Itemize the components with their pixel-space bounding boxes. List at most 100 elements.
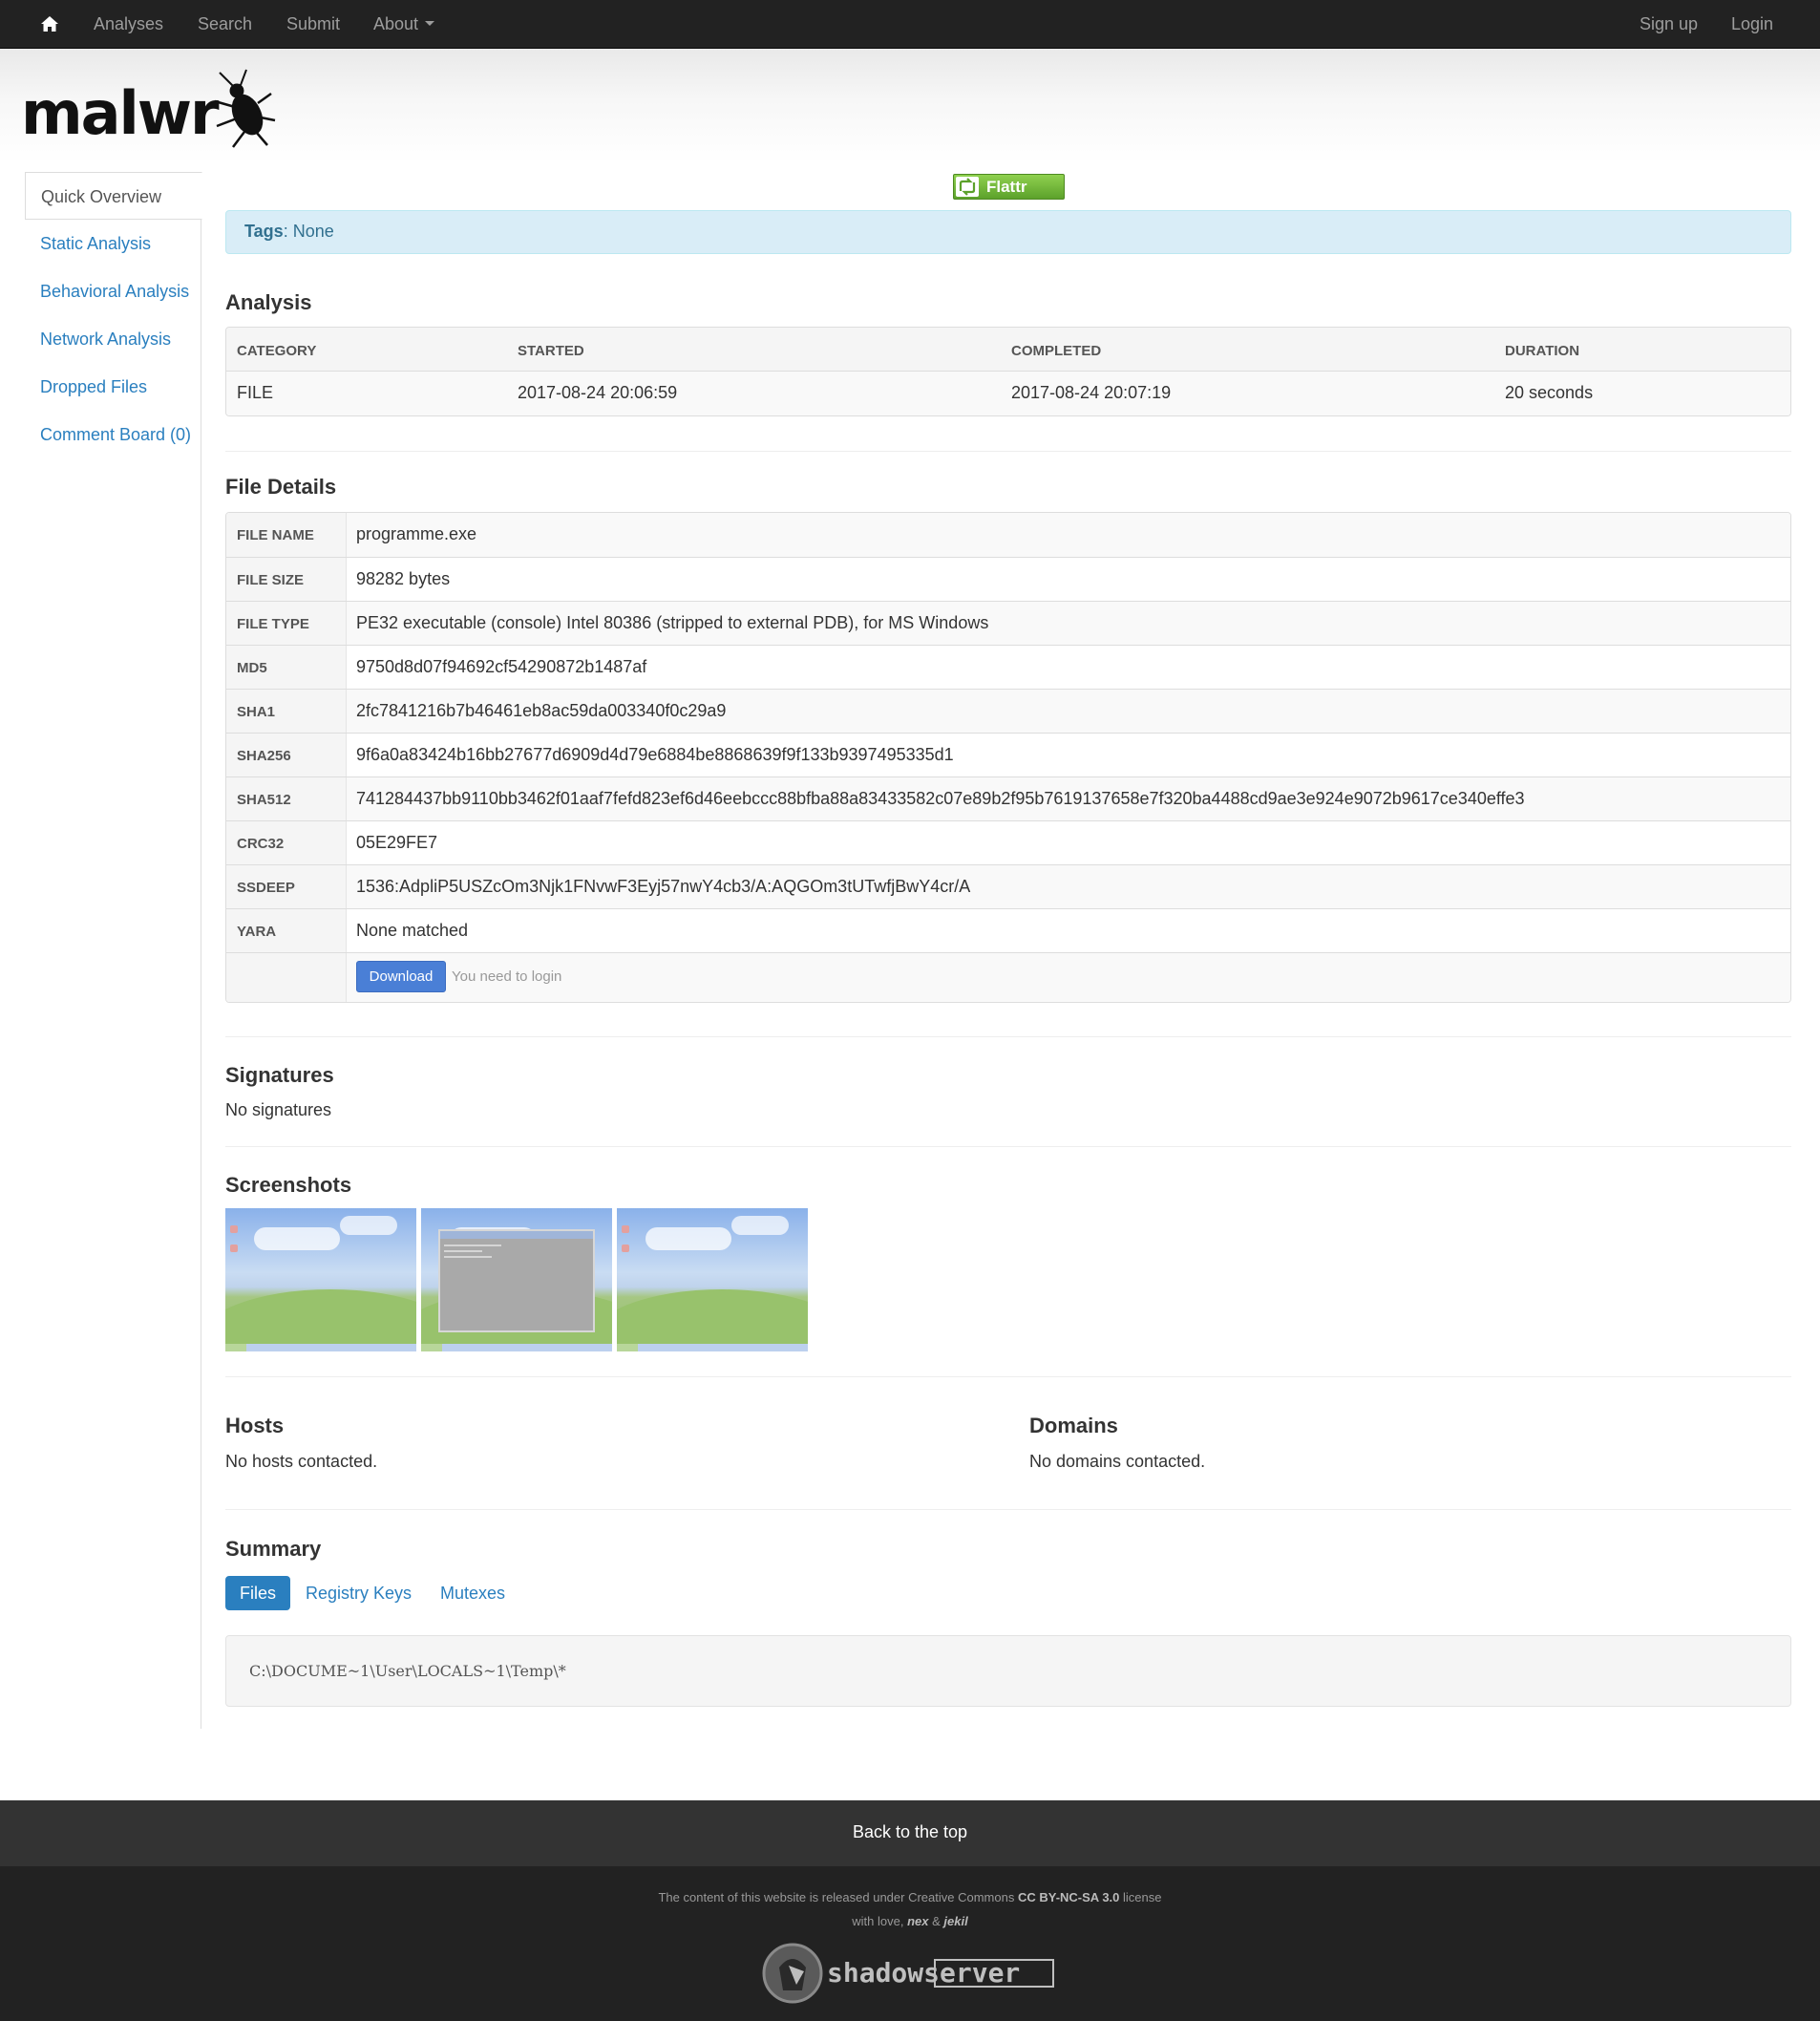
- license-suffix: license: [1123, 1890, 1162, 1904]
- download-button[interactable]: Download: [356, 961, 446, 992]
- author-nex[interactable]: nex: [907, 1914, 928, 1928]
- nav-about-label: About: [373, 14, 419, 33]
- thumb-taskbar: [225, 1344, 416, 1351]
- table-row: SHA1 2fc7841216b7b46461eb8ac59da003340f0…: [226, 689, 1790, 733]
- file-details-title: File Details: [225, 475, 337, 499]
- author-jekil[interactable]: jekil: [943, 1914, 967, 1928]
- download-row: Download You need to login: [226, 952, 1790, 1002]
- thumb-window-text: [444, 1256, 492, 1258]
- detail-key: SHA1: [226, 690, 347, 733]
- detail-key: MD5: [226, 646, 347, 689]
- sidebar-item-behavioral-analysis[interactable]: Behavioral Analysis: [25, 267, 202, 315]
- logo-text: malwr: [21, 78, 220, 148]
- home-icon[interactable]: [40, 14, 59, 33]
- main-content: Flattr Tags: None Analysis CATEGORY STAR…: [225, 162, 1791, 1738]
- nav-login[interactable]: Login: [1731, 14, 1773, 34]
- cell-category: FILE: [237, 383, 274, 402]
- tags-colon: :: [283, 222, 293, 241]
- malwr-logo[interactable]: malwr: [21, 65, 279, 151]
- table-row: FILE 2017-08-24 20:06:59 2017-08-24 20:0…: [226, 372, 1790, 415]
- table-row: YARA None matched: [226, 908, 1790, 952]
- divider: [225, 1036, 1791, 1037]
- cell-completed: 2017-08-24 20:07:19: [1011, 383, 1172, 402]
- thumb-start-button: [617, 1344, 638, 1351]
- desktop-icon: [622, 1225, 629, 1233]
- thumb-hill: [225, 1289, 416, 1351]
- detail-value: 741284437bb9110bb3462f01aaf7fefd823ef6d4…: [356, 789, 1525, 808]
- desktop-icon: [622, 1245, 629, 1252]
- tags-label: Tags: [244, 222, 284, 241]
- detail-key: SSDEEP: [226, 865, 347, 908]
- back-to-top-link[interactable]: Back to the top: [0, 1822, 1820, 1842]
- detail-key-empty: [226, 953, 347, 1002]
- table-row: SHA512 741284437bb9110bb3462f01aaf7fefd8…: [226, 776, 1790, 820]
- desktop-icon: [230, 1225, 238, 1233]
- nav-submit[interactable]: Submit: [286, 14, 340, 34]
- table-row: SSDEEP 1536:AdpliP5USZcOm3Njk1FNvwF3Eyj5…: [226, 864, 1790, 908]
- flattr-button[interactable]: Flattr: [953, 174, 1065, 200]
- credits-amp: &: [932, 1914, 941, 1928]
- detail-value: 1536:AdpliP5USZcOm3Njk1FNvwF3Eyj57nwY4cb…: [356, 877, 971, 896]
- header-duration: DURATION: [1505, 343, 1580, 359]
- divider: [225, 451, 1791, 452]
- thumb-hill: [617, 1289, 808, 1351]
- detail-key: FILE NAME: [226, 513, 347, 557]
- cell-started: 2017-08-24 20:06:59: [518, 383, 678, 402]
- thumb-taskbar: [421, 1344, 612, 1351]
- detail-value: programme.exe: [356, 524, 477, 543]
- header-completed: COMPLETED: [1011, 343, 1102, 359]
- nav-about[interactable]: About: [373, 14, 435, 34]
- tab-registry-keys[interactable]: Registry Keys: [291, 1576, 426, 1610]
- nav-analyses[interactable]: Analyses: [94, 14, 163, 34]
- shadowserver-logo-text: shadowserver: [827, 1957, 1020, 1989]
- analysis-table: CATEGORY STARTED COMPLETED DURATION FILE…: [225, 327, 1791, 416]
- screenshot-thumbnail[interactable]: [225, 1208, 416, 1351]
- login-note: You need to login: [452, 968, 562, 985]
- detail-key: YARA: [226, 909, 347, 952]
- flattr-label: Flattr: [986, 178, 1027, 196]
- detail-key: CRC32: [226, 821, 347, 864]
- signatures-title: Signatures: [225, 1063, 334, 1087]
- detail-value: 9f6a0a83424b16bb27677d6909d4d79e6884be88…: [356, 745, 954, 764]
- screenshot-thumbnail[interactable]: [617, 1208, 808, 1351]
- screenshot-thumbnail[interactable]: [421, 1208, 612, 1351]
- sidebar-item-static-analysis[interactable]: Static Analysis: [25, 220, 202, 267]
- sidebar-item-quick-overview[interactable]: Quick Overview: [25, 172, 202, 220]
- signatures-text: No signatures: [225, 1100, 332, 1119]
- tags-value: None: [292, 222, 334, 241]
- sidebar: Quick Overview Static Analysis Behaviora…: [25, 172, 202, 1729]
- table-row: CRC32 05E29FE7: [226, 820, 1790, 864]
- license-line: The content of this website is released …: [0, 1890, 1820, 1904]
- thumb-start-button: [225, 1344, 246, 1351]
- sidebar-item-network-analysis[interactable]: Network Analysis: [25, 315, 202, 363]
- flattr-icon: [956, 177, 979, 197]
- detail-key: FILE SIZE: [226, 558, 347, 601]
- header-category: CATEGORY: [237, 343, 317, 359]
- footer-back-to-top-bar: Back to the top: [0, 1800, 1820, 1866]
- detail-value: PE32 executable (console) Intel 80386 (s…: [356, 613, 989, 632]
- thumb-window-titlebar: [440, 1231, 593, 1239]
- detail-key: SHA256: [226, 734, 347, 776]
- tags-alert: Tags: None: [225, 210, 1791, 254]
- table-row: SHA256 9f6a0a83424b16bb27677d6909d4d79e6…: [226, 733, 1790, 776]
- detail-key: FILE TYPE: [226, 602, 347, 645]
- tab-mutexes[interactable]: Mutexes: [426, 1576, 519, 1610]
- nav-signup[interactable]: Sign up: [1640, 14, 1698, 34]
- sidebar-item-comment-board[interactable]: Comment Board (0): [25, 411, 202, 458]
- detail-value: None matched: [356, 921, 469, 940]
- license-link[interactable]: CC BY-NC-SA 3.0: [1018, 1890, 1119, 1904]
- detail-value: 05E29FE7: [356, 833, 438, 852]
- analysis-table-header: CATEGORY STARTED COMPLETED DURATION: [226, 328, 1790, 372]
- sidebar-item-dropped-files[interactable]: Dropped Files: [25, 363, 202, 411]
- table-row: FILE SIZE 98282 bytes: [226, 557, 1790, 601]
- thumb-cloud: [340, 1216, 397, 1235]
- license-prefix: The content of this website is released …: [658, 1890, 1015, 1904]
- credits-line: with love, nex & jekil: [0, 1914, 1820, 1928]
- summary-files-well: C:\DOCUME~1\User\LOCALS~1\Temp\*: [225, 1635, 1791, 1707]
- shadowserver-logo[interactable]: shadowserver: [760, 1939, 1056, 2008]
- nav-search[interactable]: Search: [198, 14, 252, 34]
- tab-files[interactable]: Files: [225, 1576, 291, 1610]
- thumb-start-button: [421, 1344, 442, 1351]
- file-path: C:\DOCUME~1\User\LOCALS~1\Temp\*: [249, 1662, 566, 1680]
- thumb-cloud: [254, 1227, 340, 1250]
